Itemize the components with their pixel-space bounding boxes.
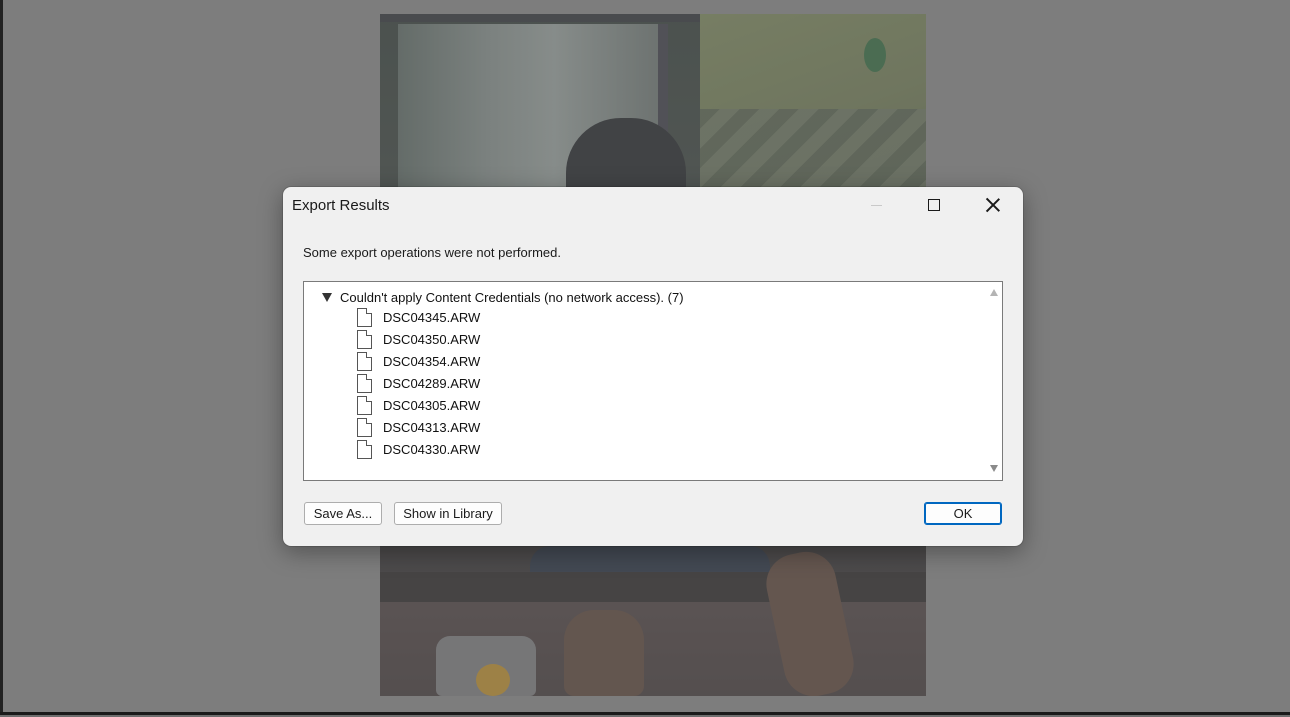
list-item[interactable]: DSC04350.ARW xyxy=(357,328,480,350)
file-name: DSC04289.ARW xyxy=(383,375,481,391)
list-item[interactable]: DSC04289.ARW xyxy=(357,372,480,394)
scroll-down-arrow-icon[interactable] xyxy=(990,465,998,472)
results-group[interactable]: Couldn't apply Content Credentials (no n… xyxy=(322,288,684,306)
close-icon xyxy=(986,198,1000,212)
show-in-library-button[interactable]: Show in Library xyxy=(394,502,502,525)
file-name: DSC04350.ARW xyxy=(383,331,481,347)
list-item[interactable]: DSC04330.ARW xyxy=(357,438,480,460)
close-button[interactable] xyxy=(971,191,1015,219)
minimize-button xyxy=(854,191,898,219)
maximize-button[interactable] xyxy=(912,191,956,219)
file-icon xyxy=(357,417,372,437)
scroll-up-arrow-icon[interactable] xyxy=(990,289,998,296)
list-item[interactable]: DSC04313.ARW xyxy=(357,416,480,438)
export-results-dialog: Export Results Some export operations we… xyxy=(283,187,1023,546)
file-icon xyxy=(357,351,372,371)
file-icon xyxy=(357,373,372,393)
list-item[interactable]: DSC04305.ARW xyxy=(357,394,480,416)
file-name: DSC04345.ARW xyxy=(383,309,481,325)
dialog-message: Some export operations were not performe… xyxy=(303,245,561,260)
file-name: DSC04313.ARW xyxy=(383,419,481,435)
file-icon xyxy=(357,307,372,327)
minimize-icon xyxy=(870,204,882,206)
list-item[interactable]: DSC04345.ARW xyxy=(357,306,480,328)
file-name: DSC04305.ARW xyxy=(383,397,481,413)
save-as-button[interactable]: Save As... xyxy=(304,502,382,525)
list-item[interactable]: DSC04354.ARW xyxy=(357,350,480,372)
results-group-label: Couldn't apply Content Credentials (no n… xyxy=(340,289,684,305)
dialog-title: Export Results xyxy=(292,197,390,214)
maximize-icon xyxy=(928,199,940,211)
file-icon xyxy=(357,395,372,415)
dialog-titlebar[interactable]: Export Results xyxy=(283,187,1023,223)
file-name: DSC04354.ARW xyxy=(383,353,481,369)
file-icon xyxy=(357,329,372,349)
expand-triangle-icon[interactable] xyxy=(322,293,332,302)
list-scrollbar[interactable] xyxy=(986,282,1002,480)
file-icon xyxy=(357,439,372,459)
file-name: DSC04330.ARW xyxy=(383,441,481,457)
window-border-left xyxy=(0,0,3,717)
results-list[interactable]: Couldn't apply Content Credentials (no n… xyxy=(303,281,1003,481)
ok-button[interactable]: OK xyxy=(924,502,1002,525)
